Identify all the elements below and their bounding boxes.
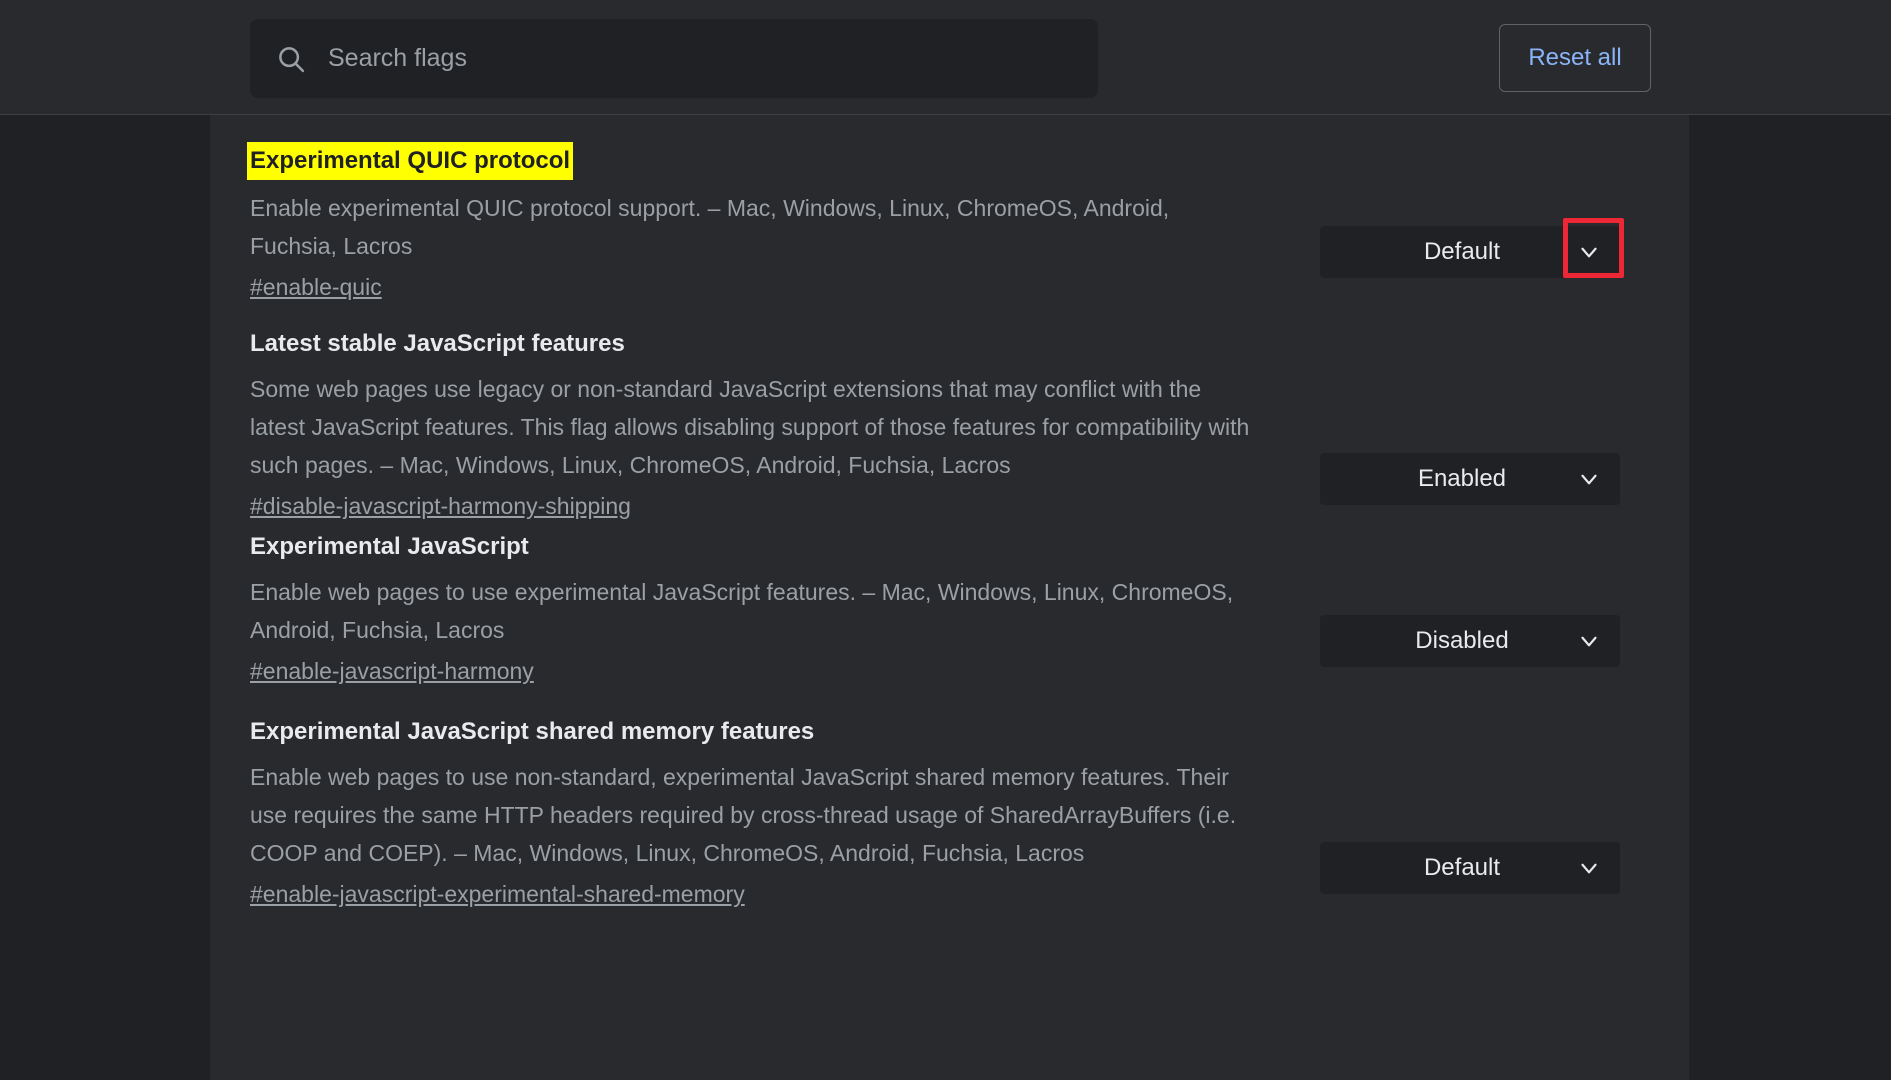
- chevron-down-icon[interactable]: [1576, 628, 1602, 654]
- left-gutter: [0, 115, 210, 1080]
- flag-control: Disabled: [1320, 530, 1620, 667]
- chevron-down-icon[interactable]: [1576, 466, 1602, 492]
- flag-select-value: Default: [1423, 854, 1501, 881]
- right-gutter: [1689, 115, 1891, 1080]
- flag-select-value: Disabled: [1415, 627, 1509, 654]
- search-box[interactable]: [250, 19, 1098, 98]
- flag-text: Experimental JavaScript shared memory fe…: [210, 715, 1320, 913]
- chevron-down-icon[interactable]: [1576, 239, 1602, 265]
- flag-description: Enable web pages to use non-standard, ex…: [250, 764, 1237, 866]
- reset-all-button[interactable]: Reset all: [1499, 24, 1651, 92]
- chevron-down-icon[interactable]: [1576, 855, 1602, 881]
- flag-row: Latest stable JavaScript features Some w…: [210, 327, 1620, 525]
- flag-permalink[interactable]: #disable-javascript-harmony-shipping: [250, 487, 631, 525]
- flag-title: Experimental JavaScript shared memory fe…: [250, 718, 815, 745]
- flag-permalink[interactable]: #enable-javascript-harmony: [250, 652, 534, 690]
- chrome-flags-page: Reset all Experimental QUIC protocol Ena…: [0, 0, 1891, 1080]
- flag-description: Enable web pages to use experimental Jav…: [250, 579, 1234, 643]
- flag-text: Experimental QUIC protocol Enable experi…: [210, 142, 1320, 306]
- flag-description: Enable experimental QUIC protocol suppor…: [250, 195, 1170, 259]
- flag-permalink[interactable]: #enable-javascript-experimental-shared-m…: [250, 875, 745, 913]
- flags-list: Experimental QUIC protocol Enable experi…: [210, 115, 1689, 1080]
- flag-row: Experimental JavaScript Enable web pages…: [210, 530, 1620, 690]
- flag-permalink[interactable]: #enable-quic: [250, 268, 382, 306]
- search-icon: [279, 46, 305, 72]
- flag-row: Experimental QUIC protocol Enable experi…: [210, 142, 1624, 306]
- search-input[interactable]: [306, 44, 1098, 73]
- flag-control: Default: [1320, 142, 1624, 278]
- flag-title: Experimental JavaScript: [250, 533, 529, 560]
- flag-select[interactable]: Default: [1320, 842, 1620, 894]
- flag-row: Experimental JavaScript shared memory fe…: [210, 715, 1620, 913]
- flag-title: Experimental QUIC protocol: [247, 142, 574, 180]
- flag-control: Default: [1320, 715, 1620, 894]
- flag-select-value: Default: [1423, 238, 1501, 265]
- flag-title: Latest stable JavaScript features: [250, 330, 625, 357]
- flag-select[interactable]: Enabled: [1320, 453, 1620, 505]
- flag-select-value: Enabled: [1417, 465, 1507, 492]
- flag-select[interactable]: Default: [1320, 218, 1624, 278]
- flag-control: Enabled: [1320, 327, 1620, 505]
- flag-select[interactable]: Disabled: [1320, 615, 1620, 667]
- flag-text: Latest stable JavaScript features Some w…: [210, 327, 1320, 525]
- flag-description: Some web pages use legacy or non-standar…: [250, 376, 1250, 478]
- flags-toolbar: Reset all: [0, 0, 1891, 115]
- flag-text: Experimental JavaScript Enable web pages…: [210, 530, 1320, 690]
